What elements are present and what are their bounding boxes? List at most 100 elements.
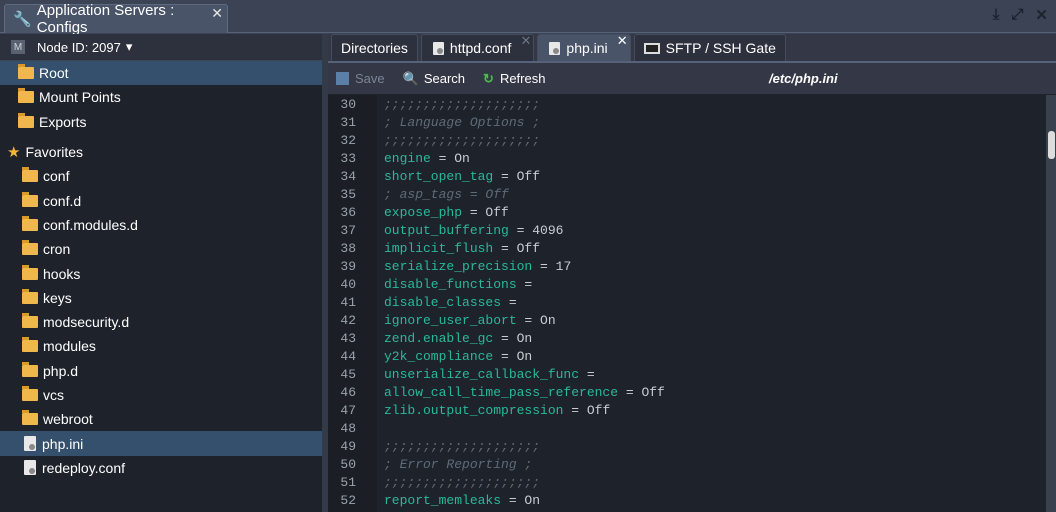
code-text: unserialize_callback_func = bbox=[384, 367, 595, 382]
refresh-button[interactable]: ↻ Refresh bbox=[483, 71, 545, 87]
tree-item-label: Exports bbox=[39, 113, 87, 130]
tree-item[interactable]: php.ini bbox=[0, 431, 322, 456]
tree-item[interactable]: hooks bbox=[0, 261, 322, 285]
directive-value: = Off bbox=[563, 402, 611, 418]
window-title: Application Servers : Configs bbox=[36, 2, 175, 36]
node-badge: M bbox=[11, 40, 25, 54]
directive-value: = On bbox=[430, 150, 470, 166]
directive-value: = Off bbox=[462, 204, 509, 220]
tree-item[interactable]: vcs bbox=[0, 383, 322, 407]
directive-value: = bbox=[579, 366, 595, 382]
tree-item[interactable]: Exports bbox=[0, 110, 322, 134]
editor-panel: Directories httpd.conf ✕ php.ini ✕ SFTP / SSH… bbox=[328, 33, 1056, 512]
file-icon bbox=[24, 460, 36, 476]
close-icon[interactable]: ✕ bbox=[1035, 6, 1048, 24]
folder-icon bbox=[22, 215, 38, 231]
folder-icon bbox=[22, 361, 38, 377]
tab-label: httpd.conf bbox=[449, 40, 512, 56]
directive-value: = 4096 bbox=[508, 222, 564, 238]
tree-item[interactable]: modules bbox=[0, 334, 322, 358]
code-text: ; Language Options ; bbox=[384, 115, 540, 130]
tree-item-label: modules bbox=[43, 338, 96, 355]
folder-icon bbox=[18, 64, 34, 80]
comment: ;;;;;;;;;;;;;;;;;;;; bbox=[384, 132, 541, 148]
tab-directories[interactable]: Directories bbox=[331, 34, 418, 61]
tab-sftp-ssh-gate[interactable]: SFTP / SSH Gate bbox=[633, 34, 786, 61]
scrollbar-thumb[interactable] bbox=[1048, 131, 1055, 159]
directive-value: = On bbox=[501, 492, 541, 508]
star-icon: ★ bbox=[7, 144, 21, 162]
tree-item[interactable]: cron bbox=[0, 237, 322, 261]
tab-label: Directories bbox=[341, 40, 408, 56]
code-line: 30;;;;;;;;;;;;;;;;;;;; bbox=[328, 95, 1046, 113]
code-line: 35 ; asp_tags = Off bbox=[328, 185, 1046, 203]
code-line: 38 implicit_flush = Off bbox=[328, 239, 1046, 257]
tab-label: php.ini bbox=[566, 40, 608, 56]
code-text: disable_functions = bbox=[384, 277, 532, 292]
line-number: 34 bbox=[340, 168, 356, 184]
line-number: 39 bbox=[340, 258, 356, 274]
tree-item[interactable]: webroot bbox=[0, 407, 322, 431]
window-tab[interactable]: 🔧 Application Servers : Configs ✕ bbox=[4, 2, 228, 36]
folder-icon bbox=[22, 264, 38, 280]
download-icon[interactable]: ⤓ bbox=[993, 6, 1000, 24]
tree-item[interactable]: redeploy.conf bbox=[0, 456, 322, 480]
save-button[interactable]: Save bbox=[336, 71, 385, 86]
tree-item[interactable]: conf.modules.d bbox=[0, 213, 322, 237]
code-line: 40 disable_functions = bbox=[328, 275, 1046, 293]
code-line: 36 expose_php = Off bbox=[328, 203, 1046, 221]
directive-value: = On bbox=[516, 312, 556, 328]
tree-item[interactable]: Mount Points bbox=[0, 85, 322, 109]
line-number: 31 bbox=[340, 114, 356, 130]
code-line: 52 report_memleaks = On bbox=[328, 491, 1046, 509]
tree-item[interactable]: php.d bbox=[0, 359, 322, 383]
tree-item-label: modsecurity.d bbox=[43, 314, 130, 331]
code-text: ignore_user_abort = On bbox=[384, 313, 556, 328]
directive-key: disable_classes bbox=[384, 294, 502, 310]
code-line: 41 disable_classes = bbox=[328, 293, 1046, 311]
expand-icon[interactable]: ⤢ bbox=[1011, 6, 1023, 24]
code-line: 34 short_open_tag = Off bbox=[328, 167, 1046, 185]
close-tab-icon[interactable]: ✕ bbox=[211, 5, 223, 22]
search-button[interactable]: 🔍 Search bbox=[403, 71, 465, 87]
tree-item[interactable]: conf.d bbox=[0, 188, 322, 212]
tree-item[interactable]: modsecurity.d bbox=[0, 310, 322, 334]
code-text: disable_classes = bbox=[384, 295, 517, 310]
code-line: 51;;;;;;;;;;;;;;;;;;;; bbox=[328, 473, 1046, 491]
code-line: 44 y2k_compliance = On bbox=[328, 347, 1046, 365]
code-text: expose_php = Off bbox=[384, 205, 509, 220]
line-number: 47 bbox=[340, 402, 356, 418]
tab-close-icon[interactable]: ✕ bbox=[521, 33, 532, 49]
directive-key: output_buffering bbox=[384, 222, 509, 238]
tab-php-ini[interactable]: php.ini ✕ bbox=[537, 33, 631, 61]
folder-icon bbox=[22, 410, 38, 426]
directive-value: = On bbox=[493, 348, 533, 364]
tree-item[interactable]: keys bbox=[0, 286, 322, 310]
directive-key: allow_call_time_pass_reference bbox=[384, 384, 619, 400]
file-icon bbox=[24, 436, 36, 452]
line-number: 30 bbox=[340, 96, 356, 112]
file-icon bbox=[432, 41, 444, 55]
line-number: 32 bbox=[340, 132, 356, 148]
node-selector[interactable]: M Node ID: 2097 ▾ bbox=[0, 34, 322, 61]
code-line: 33 engine = On bbox=[328, 149, 1046, 167]
folder-icon bbox=[22, 386, 38, 401]
favorites-label: Favorites bbox=[25, 144, 84, 161]
scrollbar[interactable] bbox=[1046, 95, 1056, 512]
line-number: 33 bbox=[340, 150, 356, 166]
tab-close-icon[interactable]: ✕ bbox=[617, 33, 628, 49]
editor-toolbar: Save 🔍 Search ↻ Refresh /etc/php.ini bbox=[328, 63, 1056, 94]
directive-key: short_open_tag bbox=[384, 168, 494, 184]
code-text: short_open_tag = Off bbox=[384, 169, 540, 184]
favorites-header[interactable]: ★ Favorites bbox=[0, 140, 322, 164]
refresh-icon: ↻ bbox=[483, 70, 494, 86]
file-tree-panel: M Node ID: 2097 ▾ Root Mount Points Export… bbox=[0, 34, 322, 512]
tab-httpd-conf[interactable]: httpd.conf ✕ bbox=[420, 33, 535, 61]
directive-key: implicit_flush bbox=[384, 240, 494, 256]
directive-value: = Off bbox=[493, 240, 541, 256]
code-editor[interactable]: 30;;;;;;;;;;;;;;;;;;;; 31; Language Optio… bbox=[328, 95, 1046, 512]
directive-key: zend.enable_gc bbox=[384, 330, 494, 346]
tree-item[interactable]: Root bbox=[0, 61, 322, 86]
line-number: 37 bbox=[340, 222, 356, 238]
tree-item[interactable]: conf bbox=[0, 164, 322, 188]
